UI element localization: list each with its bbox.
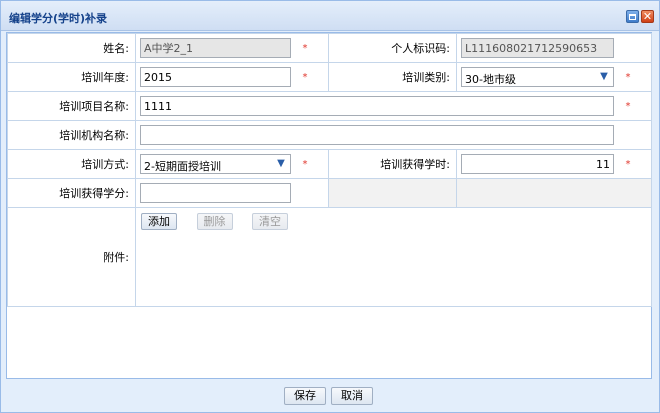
personal-id-field[interactable] [461, 38, 614, 58]
training-hours-field[interactable] [461, 154, 614, 174]
dialog-footer: 保存 取消 [1, 381, 659, 412]
training-method-label: 培训方式: [7, 149, 136, 179]
clear-attachment-button[interactable]: 清空 [252, 213, 288, 230]
required-mark: * [302, 42, 308, 54]
save-button[interactable]: 保存 [284, 387, 326, 405]
training-category-value: 30-地市级 [465, 73, 516, 86]
required-mark: * [302, 71, 308, 83]
required-mark: * [625, 100, 631, 112]
name-field[interactable] [140, 38, 291, 58]
training-hours-label: 培训获得学时: [328, 149, 457, 179]
training-credits-label: 培训获得学分: [7, 178, 136, 208]
empty-cell [328, 178, 457, 208]
cancel-button[interactable]: 取消 [331, 387, 373, 405]
delete-attachment-button[interactable]: 删除 [196, 213, 233, 230]
form-table: 姓名: * 个人标识码: 培训年度: * 培训类别: [7, 33, 652, 307]
close-icon[interactable]: ✕ [641, 10, 654, 23]
institution-name-field[interactable] [140, 125, 614, 145]
required-mark: * [625, 71, 631, 83]
chevron-down-icon[interactable]: ▼ [274, 157, 288, 171]
training-method-select[interactable]: 2-短期面授培训 ▼ [140, 154, 291, 174]
training-category-select[interactable]: 30-地市级 ▼ [461, 67, 614, 87]
institution-name-label: 培训机构名称: [7, 120, 136, 150]
project-name-field[interactable] [140, 96, 614, 116]
chevron-down-icon[interactable]: ▼ [597, 70, 611, 84]
attachment-toolbar: 添加 删除 清空 [141, 213, 304, 230]
dialog-window: 编辑学分(学时)补录 ✕ 姓名: * 个人标识码: [0, 0, 660, 413]
required-mark: * [625, 158, 631, 170]
empty-cell [456, 178, 652, 208]
training-year-field[interactable] [140, 67, 291, 87]
dialog-title: 编辑学分(学时)补录 [9, 12, 108, 25]
training-year-label: 培训年度: [7, 62, 136, 92]
personal-id-label: 个人标识码: [328, 33, 457, 63]
project-name-label: 培训项目名称: [7, 91, 136, 121]
add-attachment-button[interactable]: 添加 [141, 213, 177, 230]
maximize-icon[interactable] [626, 10, 639, 23]
name-label: 姓名: [7, 33, 136, 63]
form-panel: 姓名: * 个人标识码: 培训年度: * 培训类别: [6, 32, 652, 379]
training-category-label: 培训类别: [328, 62, 457, 92]
training-credits-field[interactable] [140, 183, 291, 203]
attachment-area: 添加 删除 清空 [135, 207, 652, 307]
dialog-titlebar[interactable]: 编辑学分(学时)补录 ✕ [1, 1, 659, 31]
training-method-value: 2-短期面授培训 [144, 160, 221, 173]
required-mark: * [302, 158, 308, 170]
attachment-label: 附件: [7, 207, 136, 307]
